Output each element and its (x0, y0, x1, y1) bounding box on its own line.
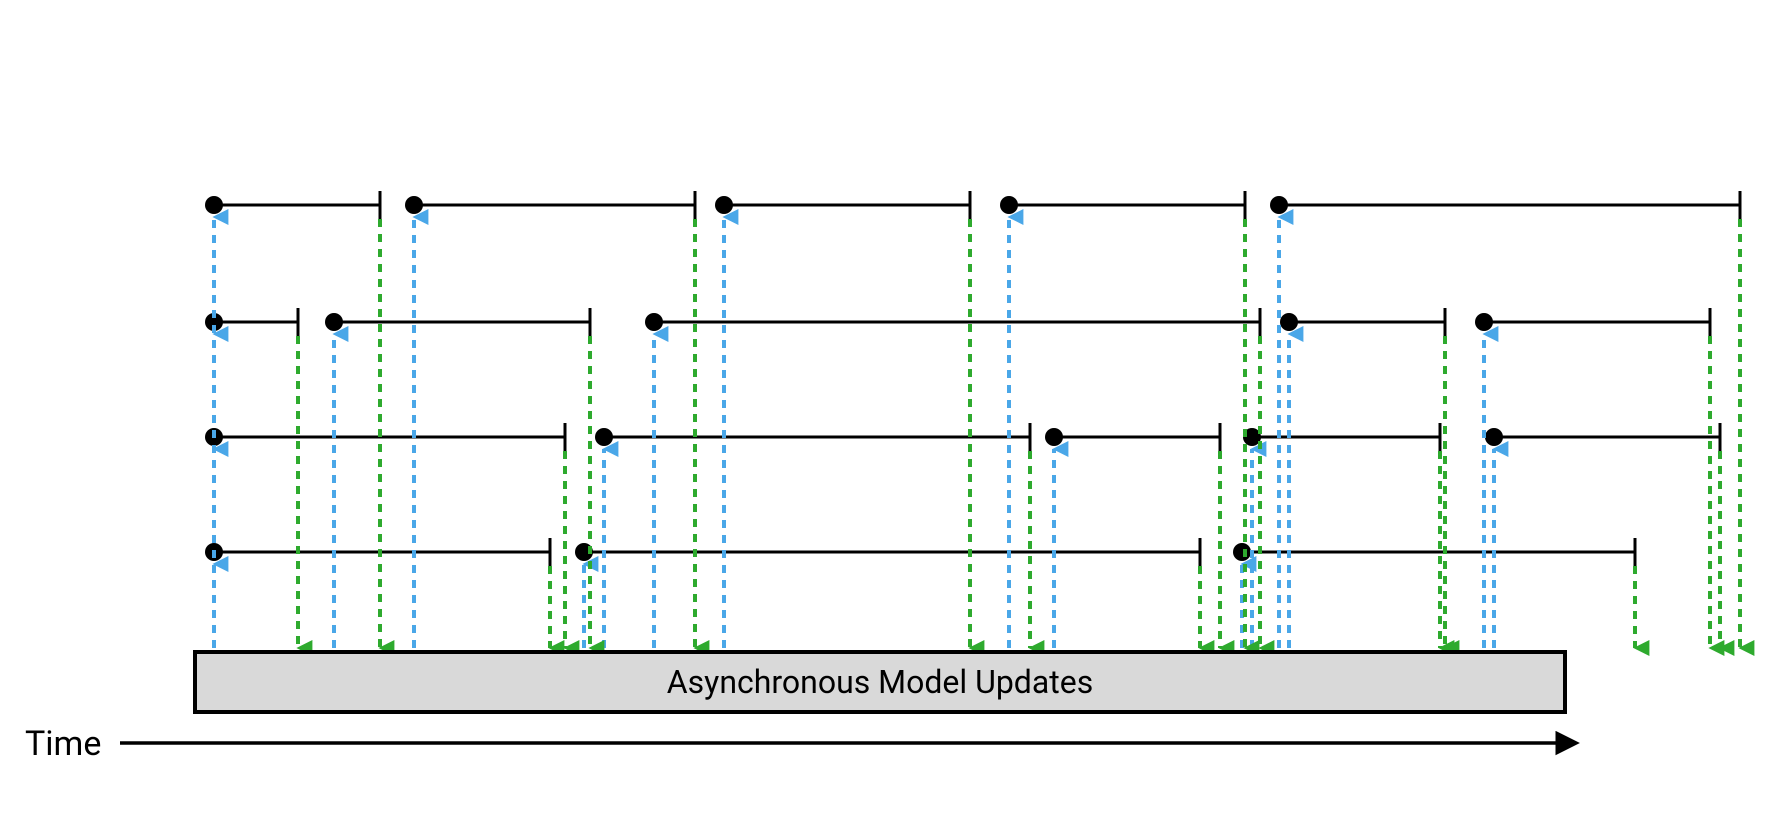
task-start-dot (325, 313, 343, 331)
task-start-dot (595, 428, 613, 446)
task-start-dot (1045, 428, 1063, 446)
task-start-dot (1000, 196, 1018, 214)
time-axis-label: Time (25, 724, 101, 764)
async-update-diagram: Asynchronous Model Updates Time (0, 0, 1772, 827)
task-start-dot (1280, 313, 1298, 331)
task-start-dot (715, 196, 733, 214)
task-start-dot (205, 196, 223, 214)
task-start-dot (1233, 543, 1251, 561)
task-start-dot (645, 313, 663, 331)
task-start-dot (1485, 428, 1503, 446)
task-start-dot (1270, 196, 1288, 214)
task-start-dot (405, 196, 423, 214)
update-box-label: Asynchronous Model Updates (667, 663, 1093, 701)
task-start-dot (1475, 313, 1493, 331)
